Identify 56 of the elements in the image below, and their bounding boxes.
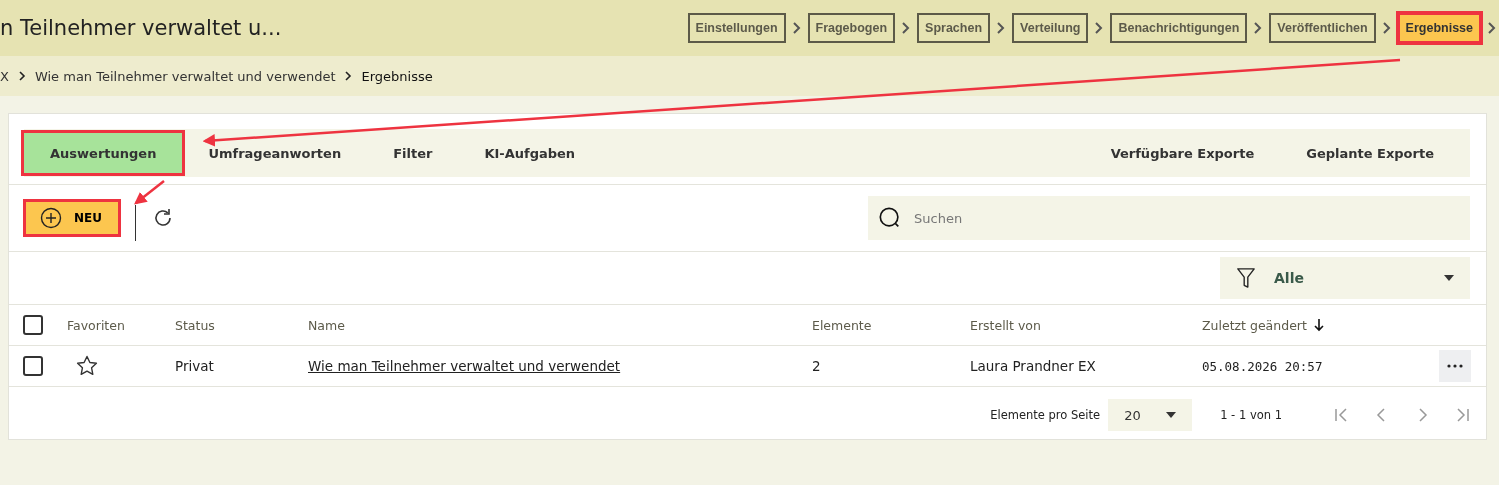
- table-cell-text: 2: [812, 358, 822, 374]
- filter-dropdown[interactable]: Alle: [1220, 257, 1470, 299]
- column-header[interactable]: Elemente: [812, 317, 970, 333]
- chevron-icon: [1487, 21, 1497, 35]
- chevron-icon: [344, 70, 353, 82]
- step-tab[interactable]: Einstellungen: [687, 13, 786, 43]
- column-header[interactable]: Name: [308, 317, 812, 333]
- refresh-icon[interactable]: [152, 207, 174, 229]
- star-icon[interactable]: [75, 354, 99, 378]
- table-cell-text: 05.08.2026 20:57: [1202, 358, 1324, 374]
- page-range: 1 - 1 von 1: [1220, 408, 1282, 422]
- search-field[interactable]: Suchen: [868, 196, 1470, 240]
- column-header[interactable]: Erstellt von: [970, 317, 1202, 333]
- column-header[interactable]: Status: [175, 317, 308, 333]
- step-tab[interactable]: Verteilung: [1012, 13, 1089, 43]
- tab[interactable]: Verfügbare Exporte: [1084, 133, 1281, 173]
- caret-icon: [1166, 412, 1177, 418]
- tab[interactable]: KI-Aufgaben: [458, 133, 602, 173]
- annotation-arrow: [134, 180, 165, 205]
- step-tab[interactable]: Fragebogen: [807, 13, 896, 43]
- breadcrumb-link[interactable]: X: [0, 68, 9, 84]
- chevron-icon: [1253, 21, 1264, 35]
- chevron-icon: [901, 21, 912, 35]
- step-tab[interactable]: Sprachen: [917, 13, 991, 43]
- select-all-checkbox[interactable]: [23, 315, 43, 335]
- row-checkbox[interactable]: [23, 356, 43, 376]
- page-title: n Teilnehmer verwaltet u...: [0, 16, 283, 40]
- funnel-icon: [1236, 266, 1256, 290]
- chevron-icon: [791, 21, 802, 35]
- plus-circle-icon: [40, 207, 62, 229]
- more-button[interactable]: [1439, 350, 1471, 382]
- first-page-icon[interactable]: [1334, 407, 1350, 423]
- per-page-label: Elemente pro Seite: [990, 408, 1101, 422]
- more-icon: [1447, 364, 1463, 368]
- chevron-icon: [1094, 21, 1105, 35]
- chevron-icon: [996, 21, 1007, 35]
- tab[interactable]: Auswertungen: [24, 133, 183, 173]
- step-tab[interactable]: Ergebnisse: [1397, 13, 1481, 43]
- tab[interactable]: Filter: [367, 133, 459, 173]
- step-tab[interactable]: Veröffentlichen: [1269, 13, 1376, 43]
- step-tab[interactable]: Benachrichtigungen: [1110, 13, 1248, 43]
- table-cell-text: Privat: [175, 358, 215, 374]
- new-button[interactable]: NEU: [23, 199, 121, 237]
- tab[interactable]: Geplante Exporte: [1280, 133, 1460, 173]
- chevron-icon: [17, 70, 26, 82]
- per-page-dropdown[interactable]: 20: [1108, 399, 1193, 431]
- table-cell-text: Laura Prandner EX: [970, 358, 1097, 374]
- survey-link[interactable]: Wie man Teilnehmer verwaltet und verwendet: [308, 358, 621, 374]
- column-header[interactable]: Favoriten: [67, 317, 175, 333]
- breadcrumb-link[interactable]: Wie man Teilnehmer verwaltet und verwendet: [34, 68, 336, 84]
- caret-icon: [1444, 275, 1454, 281]
- tab[interactable]: Umfrageanworten: [182, 133, 368, 173]
- last-page-icon[interactable]: [1454, 407, 1470, 423]
- chevron-icon: [1381, 21, 1392, 35]
- column-header[interactable]: Zuletzt geändert: [1202, 317, 1439, 333]
- search-icon: [878, 206, 902, 230]
